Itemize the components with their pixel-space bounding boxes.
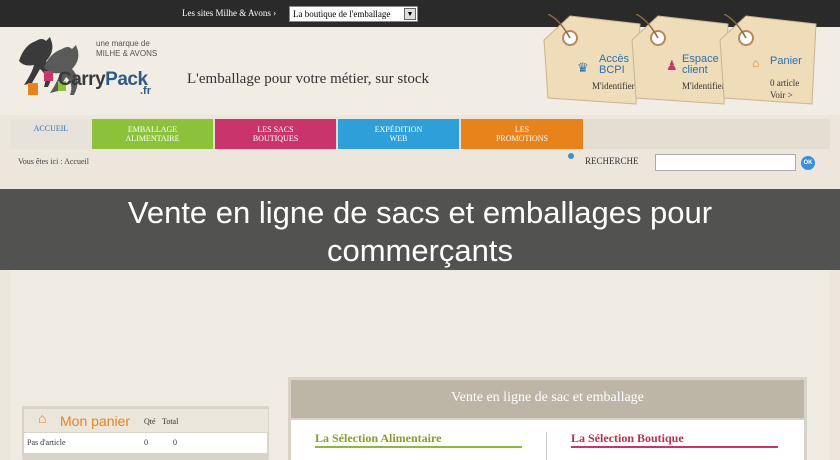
nav-promotions[interactable]: LES PROMOTIONS [461,119,583,149]
user-icon: ♟ [666,58,678,73]
tag-link[interactable]: Voir > [770,90,793,100]
site-select-value: La boutique de l'emballage [293,9,391,19]
selection-alimentaire-link[interactable]: La Sélection Alimentaire [315,431,441,446]
nav-expedition-web[interactable]: EXPÉDITION WEB [338,119,459,149]
nav-sacs-boutiques[interactable]: LES SACS BOUTIQUES [215,119,336,149]
nav-line: PROMOTIONS [495,134,548,143]
tag-panier[interactable]: ⌂ Panier 0 article Voir > [716,14,818,106]
basket-icon: ⌂ [752,56,760,70]
overlay-title: Vente en ligne de sacs et emballages pou… [127,195,713,268]
divider [315,446,522,448]
brand-name[interactable]: CarryPack [58,69,148,91]
tag-title: Panier [770,55,802,67]
nav-line: EXPÉDITION [374,125,423,134]
nav-line: EMBALLAGE [127,125,178,134]
nav-line: LES SACS [257,125,294,134]
search-label: RECHERCHE [585,156,639,166]
site-select[interactable]: La boutique de l'emballage ▼ [289,6,418,22]
cart-row-qte: 0 [144,438,148,447]
cart-title[interactable]: Mon panier [60,413,130,429]
brand-tld: .fr [140,85,151,97]
nav-line: WEB [389,134,408,143]
crown-icon: ♛ [577,60,589,75]
bullet-icon [568,153,574,159]
brand-subtitle: une marque de MILHE & AVONS [96,39,158,58]
nav-emballage-alimentaire[interactable]: EMBALLAGE ALIMENTAIRE [92,119,213,149]
nav-line: ALIMENTAIRE [125,134,180,143]
tag-link[interactable]: 0 article [770,78,799,88]
nav-line: BOUTIQUES [252,134,299,143]
basket-icon: ⌂ [38,412,47,427]
main-nav: ACCUEIL EMBALLAGE ALIMENTAIRE LES SACS B… [10,119,830,149]
tag-acces-bcpi[interactable]: ♛ Accès BCPI M'identifier > [540,14,642,106]
sites-label[interactable]: Les sites Milhe & Avons › [182,8,276,18]
brand-carry: Carry [58,69,106,90]
selection-boutique-link[interactable]: La Sélection Boutique [571,431,684,446]
search-input[interactable] [655,154,796,171]
divider [571,446,778,448]
cart-qte-header: Qté [144,417,156,426]
nav-home[interactable]: ACCUEIL [10,119,92,149]
search-ok-button[interactable]: OK [801,156,815,170]
breadcrumb: Vous êtes ici : Accueil [18,157,89,166]
slogan: L'emballage pour votre métier, sur stock [187,71,430,87]
cart-total-header: Total [162,417,179,426]
nav-line: LES [514,125,530,134]
sale-panel-title: Vente en ligne de sac et emballage [451,390,644,405]
cart-row-total: 0 [173,438,177,447]
tag-espace-client[interactable]: ♟ Espace client M'identifier > [628,14,732,106]
chevron-down-icon: ▼ [404,8,416,20]
cart-row-label: Pas d'article [27,438,66,447]
divider [546,432,547,460]
